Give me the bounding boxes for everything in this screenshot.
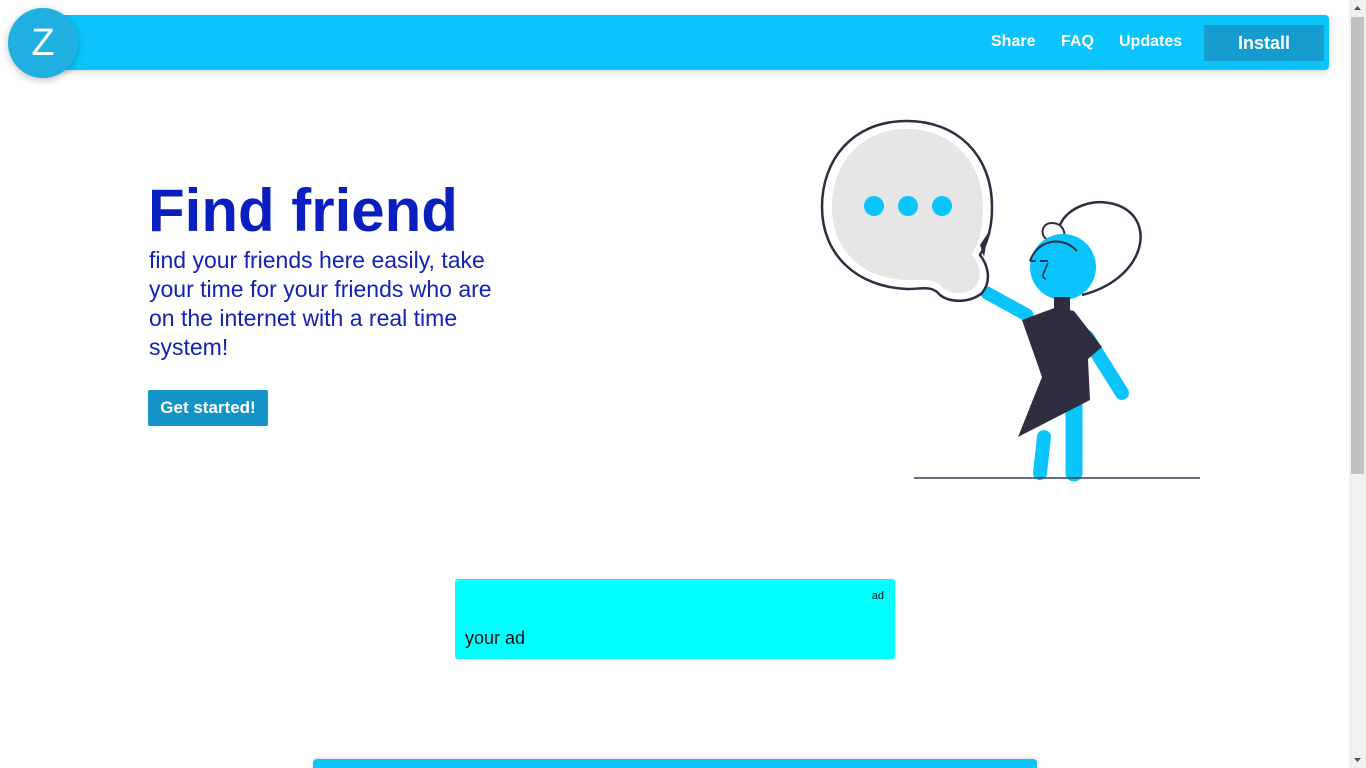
hero-description: find your friends here easily, take your… [149, 247, 492, 360]
nav-updates-link[interactable]: Updates [1119, 33, 1182, 51]
logo[interactable]: Z [8, 8, 78, 78]
install-button[interactable]: Install [1204, 25, 1324, 61]
ad-text: your ad [465, 628, 526, 648]
scroll-down-arrow-icon[interactable] [1349, 751, 1366, 768]
ad-tag: ad [871, 590, 884, 602]
ad-banner[interactable]: ad your ad [455, 579, 895, 659]
vertical-scrollbar[interactable] [1349, 0, 1366, 768]
get-started-button[interactable]: Get started! [148, 390, 268, 426]
scrollbar-thumb[interactable] [1351, 17, 1364, 474]
page: Z Share FAQ Updates Install Find friend … [0, 0, 1366, 768]
hero-title: Find friend [148, 177, 458, 244]
nav-share-link[interactable]: Share [991, 33, 1035, 51]
nav-faq-link[interactable]: FAQ [1061, 33, 1094, 51]
next-section-card [313, 759, 1037, 768]
chat-person-illustration [820, 119, 1200, 482]
scroll-up-arrow-icon[interactable] [1349, 0, 1366, 17]
